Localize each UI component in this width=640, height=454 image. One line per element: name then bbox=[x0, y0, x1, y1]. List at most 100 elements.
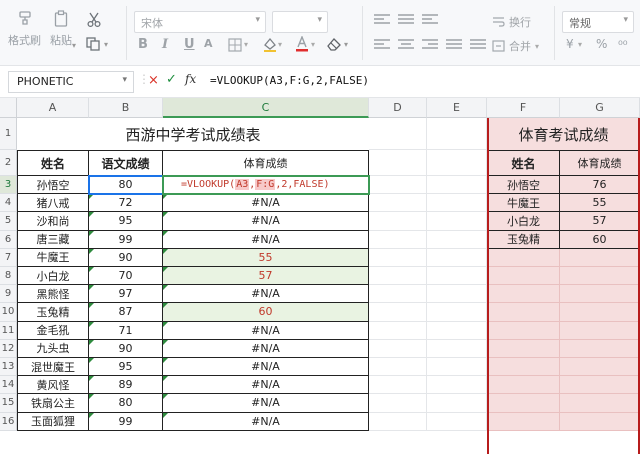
empty-cell[interactable] bbox=[369, 248, 427, 267]
empty-cell[interactable] bbox=[369, 358, 427, 377]
empty-cell[interactable] bbox=[369, 150, 427, 176]
chinese-score-cell[interactable]: 90 bbox=[89, 339, 163, 358]
fill-color-chevron-icon[interactable]: ▾ bbox=[278, 40, 282, 49]
row-header-4[interactable]: 4 bbox=[0, 194, 17, 213]
row-header-16[interactable]: 16 bbox=[0, 412, 17, 431]
name-cell[interactable]: 孙悟空 bbox=[17, 176, 89, 195]
align-right-icon[interactable] bbox=[422, 39, 438, 51]
lookup-empty-cell[interactable] bbox=[560, 358, 640, 377]
row-header-6[interactable]: 6 bbox=[0, 230, 17, 249]
align-left-icon[interactable] bbox=[374, 39, 390, 51]
left-header-pe[interactable]: 体育成绩 bbox=[163, 150, 369, 176]
lookup-name-cell[interactable]: 玉兔精 bbox=[487, 230, 560, 249]
name-cell[interactable]: 玉面狐狸 bbox=[17, 412, 89, 431]
pe-score-cell[interactable]: 55 bbox=[163, 248, 369, 267]
chinese-score-cell[interactable]: 80 bbox=[89, 176, 163, 195]
eraser-chevron-icon[interactable]: ▾ bbox=[344, 40, 348, 49]
pe-score-cell[interactable]: 57 bbox=[163, 267, 369, 286]
lookup-empty-cell[interactable] bbox=[560, 412, 640, 431]
pe-score-cell[interactable]: #N/A bbox=[163, 412, 369, 431]
name-cell[interactable]: 金毛犼 bbox=[17, 321, 89, 340]
wrap-text-button[interactable]: 换行 bbox=[492, 14, 531, 30]
empty-cell[interactable] bbox=[427, 176, 487, 195]
font-color-chevron-icon[interactable]: ▾ bbox=[311, 40, 315, 49]
row-header-7[interactable]: 7 bbox=[0, 248, 17, 267]
empty-cell[interactable] bbox=[427, 394, 487, 413]
row-header-12[interactable]: 12 bbox=[0, 339, 17, 358]
chinese-score-cell[interactable]: 99 bbox=[89, 412, 163, 431]
fill-color-icon[interactable] bbox=[262, 36, 278, 55]
pe-score-cell[interactable]: 60 bbox=[163, 303, 369, 322]
row-header-5[interactable]: 5 bbox=[0, 212, 17, 231]
lookup-name-cell[interactable]: 牛魔王 bbox=[487, 194, 560, 213]
row-header-15[interactable]: 15 bbox=[0, 394, 17, 413]
font-size-select[interactable]: ▾ bbox=[272, 11, 328, 33]
number-format-select[interactable]: 常规 ▾ bbox=[562, 11, 634, 33]
select-all-corner[interactable] bbox=[0, 98, 17, 118]
borders-chevron-icon[interactable]: ▾ bbox=[244, 40, 248, 49]
empty-cell[interactable] bbox=[427, 118, 487, 150]
lookup-name-cell[interactable]: 孙悟空 bbox=[487, 176, 560, 195]
currency-chevron-icon[interactable]: ▾ bbox=[578, 40, 582, 49]
chinese-score-cell[interactable]: 89 bbox=[89, 376, 163, 395]
pe-score-cell[interactable]: #N/A bbox=[163, 376, 369, 395]
empty-cell[interactable] bbox=[427, 150, 487, 176]
chinese-score-cell[interactable]: 71 bbox=[89, 321, 163, 340]
copy-dropdown-chevron-icon[interactable]: ▾ bbox=[104, 40, 108, 49]
row-header-13[interactable]: 13 bbox=[0, 358, 17, 377]
lookup-empty-cell[interactable] bbox=[487, 394, 560, 413]
confirm-edit-icon[interactable]: ✓ bbox=[166, 72, 177, 87]
italic-icon[interactable]: I bbox=[162, 37, 168, 52]
lookup-empty-cell[interactable] bbox=[560, 321, 640, 340]
chinese-score-cell[interactable]: 87 bbox=[89, 303, 163, 322]
empty-cell[interactable] bbox=[369, 285, 427, 304]
empty-cell[interactable] bbox=[427, 412, 487, 431]
merge-button[interactable]: 合并 ▾ bbox=[492, 38, 539, 54]
pe-score-cell[interactable]: #N/A bbox=[163, 394, 369, 413]
eraser-icon[interactable] bbox=[326, 37, 342, 54]
row-header-3[interactable]: 3 bbox=[0, 176, 17, 195]
chinese-score-cell[interactable]: 99 bbox=[89, 230, 163, 249]
distributed-icon[interactable] bbox=[470, 39, 486, 51]
column-header-b[interactable]: B bbox=[89, 98, 163, 118]
empty-cell[interactable] bbox=[427, 376, 487, 395]
empty-cell[interactable] bbox=[427, 285, 487, 304]
chinese-score-cell[interactable]: 72 bbox=[89, 194, 163, 213]
insert-function-icon[interactable]: fx bbox=[185, 72, 196, 86]
chinese-score-cell[interactable]: 80 bbox=[89, 394, 163, 413]
align-top-icon[interactable] bbox=[374, 14, 390, 26]
column-header-g[interactable]: G bbox=[560, 98, 640, 118]
lookup-pe-cell[interactable]: 55 bbox=[560, 194, 640, 213]
lookup-empty-cell[interactable] bbox=[487, 285, 560, 304]
row-header-14[interactable]: 14 bbox=[0, 376, 17, 395]
lookup-pe-cell[interactable]: 57 bbox=[560, 212, 640, 231]
paste-dropdown-chevron-icon[interactable]: ▾ bbox=[72, 41, 76, 50]
right-table-title[interactable]: 体育考试成绩 bbox=[487, 118, 640, 150]
lookup-empty-cell[interactable] bbox=[487, 376, 560, 395]
pe-score-cell[interactable]: #N/A bbox=[163, 230, 369, 249]
right-header-pe[interactable]: 体育成绩 bbox=[560, 150, 640, 176]
lookup-name-cell[interactable]: 小白龙 bbox=[487, 212, 560, 231]
empty-cell[interactable] bbox=[427, 303, 487, 322]
lookup-empty-cell[interactable] bbox=[487, 321, 560, 340]
name-box[interactable]: PHONETIC ▾ bbox=[8, 71, 134, 93]
name-cell[interactable]: 唐三藏 bbox=[17, 230, 89, 249]
lookup-empty-cell[interactable] bbox=[560, 339, 640, 358]
font-color-icon[interactable] bbox=[295, 35, 309, 55]
lookup-empty-cell[interactable] bbox=[487, 303, 560, 322]
align-middle-icon[interactable] bbox=[398, 14, 414, 26]
percent-button[interactable]: % bbox=[596, 37, 607, 51]
empty-cell[interactable] bbox=[427, 321, 487, 340]
thousands-separator-button[interactable]: ⁰⁰ bbox=[618, 38, 628, 52]
row-header-9[interactable]: 9 bbox=[0, 285, 17, 304]
cut-scissors-icon[interactable] bbox=[86, 12, 102, 31]
empty-cell[interactable] bbox=[427, 230, 487, 249]
empty-cell[interactable] bbox=[369, 118, 427, 150]
empty-cell[interactable] bbox=[427, 212, 487, 231]
empty-cell[interactable] bbox=[369, 394, 427, 413]
font-name-select[interactable]: 宋体 ▾ bbox=[134, 11, 266, 33]
empty-cell[interactable] bbox=[427, 358, 487, 377]
lookup-empty-cell[interactable] bbox=[560, 394, 640, 413]
justify-icon[interactable] bbox=[446, 39, 462, 51]
lookup-empty-cell[interactable] bbox=[487, 412, 560, 431]
